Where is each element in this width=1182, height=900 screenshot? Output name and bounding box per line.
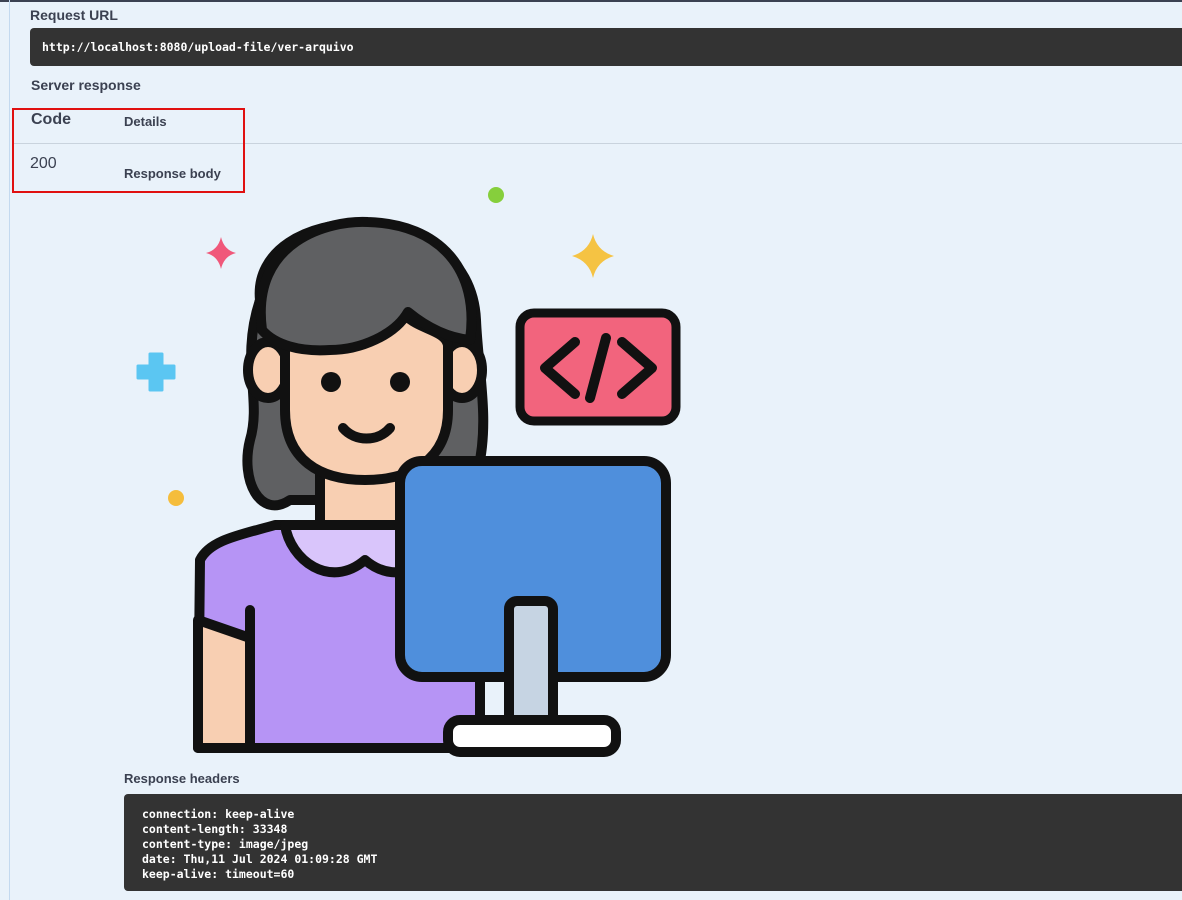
yellow-dot-icon xyxy=(168,490,184,506)
yellow-sparkle-icon xyxy=(572,234,614,278)
request-url-value: http://localhost:8080/upload-file/ver-ar… xyxy=(42,40,354,54)
header-line: content-length: 33348 xyxy=(142,822,288,836)
request-url-label: Request URL xyxy=(30,7,118,23)
server-response-label: Server response xyxy=(31,77,141,93)
green-dot-icon xyxy=(488,187,504,203)
header-line: date: Thu,11 Jul 2024 01:09:28 GMT xyxy=(142,852,378,866)
header-line: keep-alive: timeout=60 xyxy=(142,867,295,881)
top-bar xyxy=(0,0,1182,2)
header-line: content-type: image/jpeg xyxy=(142,837,309,851)
blue-plus-icon xyxy=(136,352,176,392)
response-body-image xyxy=(136,187,681,757)
response-headers-box[interactable]: connection: keep-alive content-length: 33… xyxy=(124,794,1182,891)
request-url-box[interactable]: http://localhost:8080/upload-file/ver-ar… xyxy=(30,28,1182,66)
left-border xyxy=(9,0,10,900)
response-headers-label: Response headers xyxy=(124,771,240,786)
header-line: connection: keep-alive xyxy=(142,807,295,821)
pink-sparkle-icon xyxy=(206,237,236,269)
